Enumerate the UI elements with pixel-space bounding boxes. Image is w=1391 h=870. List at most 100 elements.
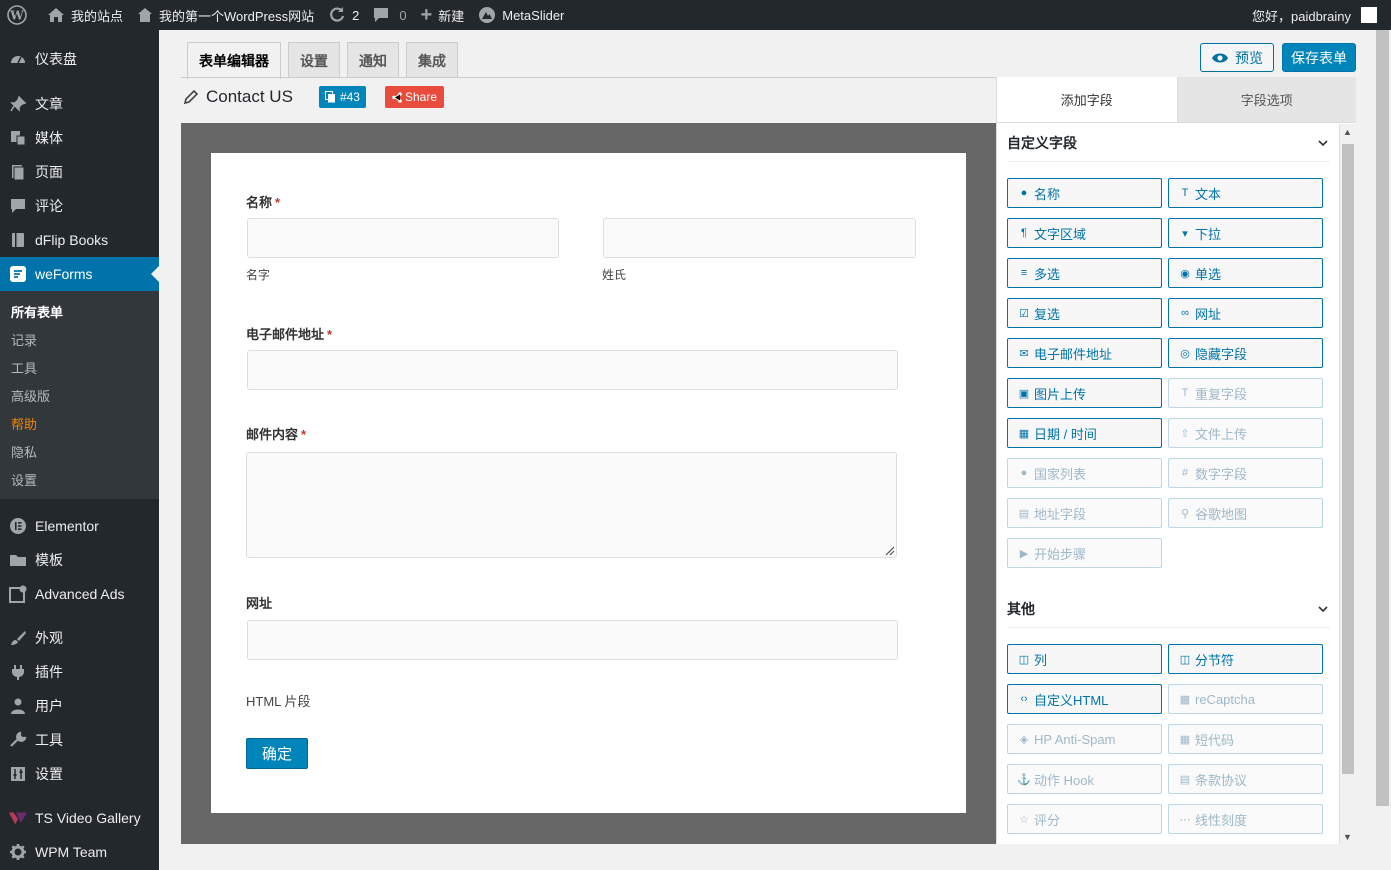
form-title[interactable]: Contact US bbox=[206, 87, 293, 107]
panel-scrollbar[interactable]: ▲ ▼ bbox=[1339, 124, 1356, 844]
menu-item-pages[interactable]: 页面 bbox=[0, 155, 159, 189]
field-button[interactable]: ☆ 评分 bbox=[1007, 804, 1162, 834]
field-button[interactable]: ≡ 多选 bbox=[1007, 258, 1162, 288]
menu-item-plugins[interactable]: 插件 bbox=[0, 655, 159, 689]
field-button[interactable]: ▤ 条款协议 bbox=[1168, 764, 1323, 794]
tab-form-editor[interactable]: 表单编辑器 bbox=[187, 42, 281, 79]
field-button[interactable]: T 文本 bbox=[1168, 178, 1323, 208]
menu-item-appearance[interactable]: 外观 bbox=[0, 621, 159, 655]
last-name-input[interactable] bbox=[603, 218, 916, 258]
scroll-down-icon[interactable]: ▼ bbox=[1343, 832, 1352, 842]
site-name-link[interactable]: 我的站点 bbox=[40, 0, 130, 30]
field-button[interactable]: ◈ HP Anti-Spam bbox=[1007, 724, 1162, 754]
save-form-button[interactable]: 保存表单 bbox=[1282, 43, 1356, 72]
section-other-fields[interactable]: 其他 bbox=[1007, 590, 1330, 628]
field-button-label: 地址字段 bbox=[1034, 506, 1087, 522]
tab-notifications[interactable]: 通知 bbox=[347, 42, 399, 78]
field-button[interactable]: ▶ 开始步骤 bbox=[1007, 538, 1162, 568]
field-button[interactable]: ¶ 文字区域 bbox=[1007, 218, 1162, 248]
wp-logo-button[interactable]: W bbox=[0, 0, 40, 30]
field-button[interactable]: ▾ 下拉 bbox=[1168, 218, 1323, 248]
submenu-all-forms[interactable]: 所有表单 bbox=[0, 297, 159, 325]
tab-settings[interactable]: 设置 bbox=[288, 42, 340, 78]
field-button[interactable]: ▦ 短代码 bbox=[1168, 724, 1323, 754]
submenu-tools[interactable]: 工具 bbox=[0, 353, 159, 381]
preview-button[interactable]: 预览 bbox=[1200, 43, 1274, 72]
submenu-privacy[interactable]: 隐私 bbox=[0, 437, 159, 465]
name-field-label[interactable]: 名称 * bbox=[246, 192, 280, 211]
my-account-link[interactable]: 您好，paidbrainy bbox=[1252, 6, 1391, 25]
email-field-label[interactable]: 电子邮件地址 * bbox=[246, 324, 332, 343]
submenu-settings[interactable]: 设置 bbox=[0, 465, 159, 493]
field-button[interactable]: ⚓ 动作 Hook bbox=[1007, 764, 1162, 794]
menu-item-dashboard[interactable]: 仪表盘 bbox=[0, 42, 159, 76]
url-field-label[interactable]: 网址 bbox=[246, 593, 272, 612]
field-button[interactable]: ▦ 日期 / 时间 bbox=[1007, 418, 1162, 448]
field-button[interactable]: ◉ 单选 bbox=[1168, 258, 1323, 288]
message-field-label[interactable]: 邮件内容 * bbox=[246, 424, 306, 443]
field-button[interactable]: ● 名称 bbox=[1007, 178, 1162, 208]
fields-scroll-area: 自定义字段 ● 名称 T 文本 ¶ 文字区域 ▾ 下拉 ≡ 多选 ◉ 单选 ☑ 复选 ∞ 网址 ✉ 电子邮件地址 ◎… bbox=[997, 124, 1340, 844]
submenu-help[interactable]: 帮助 bbox=[0, 409, 159, 437]
menu-item-elementor[interactable]: Elementor bbox=[0, 509, 159, 543]
first-name-input[interactable] bbox=[247, 218, 559, 258]
scroll-up-icon[interactable]: ▲ bbox=[1343, 127, 1352, 137]
menu-item-wpm-team[interactable]: WPM Team bbox=[0, 835, 159, 869]
new-label: 新建 bbox=[438, 8, 465, 24]
field-button[interactable]: ☑ 复选 bbox=[1007, 298, 1162, 328]
field-button[interactable]: ⋯ 线性刻度 bbox=[1168, 804, 1323, 834]
scrollbar-thumb[interactable] bbox=[1342, 144, 1354, 774]
menu-item-weforms[interactable]: weForms bbox=[0, 257, 159, 291]
page-scrollbar-thumb[interactable] bbox=[1376, 30, 1389, 806]
menu-item-ts-video[interactable]: TS Video Gallery bbox=[0, 801, 159, 835]
menu-item-posts[interactable]: 文章 bbox=[0, 87, 159, 121]
submit-button[interactable]: 确定 bbox=[246, 738, 309, 769]
menu-item-dflip[interactable]: dFlip Books bbox=[0, 223, 159, 257]
shield-icon: ◈ bbox=[1019, 733, 1029, 746]
message-textarea[interactable] bbox=[246, 452, 897, 558]
site-title-link[interactable]: 我的第一个WordPress网站 bbox=[130, 0, 321, 30]
menu-item-settings[interactable]: 设置 bbox=[0, 757, 159, 791]
updates-link[interactable]: 2 bbox=[321, 0, 366, 30]
field-button[interactable]: T 重复字段 bbox=[1168, 378, 1323, 408]
field-button[interactable]: ‹› 自定义HTML bbox=[1007, 684, 1162, 714]
menu-item-comments[interactable]: 评论 bbox=[0, 189, 159, 223]
email-input[interactable] bbox=[247, 350, 898, 390]
tab-integrations[interactable]: 集成 bbox=[406, 42, 458, 78]
page-scrollbar[interactable] bbox=[1374, 30, 1391, 806]
metaslider-link[interactable]: MetaSlider bbox=[471, 0, 571, 30]
pencil-icon[interactable] bbox=[183, 89, 198, 105]
resize-handle-icon[interactable] bbox=[883, 544, 895, 556]
comments-link[interactable]: 0 bbox=[366, 0, 413, 30]
share-button[interactable]: Share bbox=[384, 86, 444, 108]
submenu-premium[interactable]: 高级版 bbox=[0, 381, 159, 409]
field-button[interactable]: ∞ 网址 bbox=[1168, 298, 1323, 328]
html-snippet-field[interactable]: HTML 片段 bbox=[246, 691, 311, 710]
field-button[interactable]: ● 国家列表 bbox=[1007, 458, 1162, 488]
section-custom-fields[interactable]: 自定义字段 bbox=[1007, 124, 1330, 162]
field-button[interactable]: ▩ reCaptcha bbox=[1168, 684, 1323, 714]
home-icon bbox=[47, 7, 65, 23]
menu-item-advanced-ads[interactable]: Advanced Ads bbox=[0, 577, 159, 611]
field-button[interactable]: ⇧ 文件上传 bbox=[1168, 418, 1323, 448]
field-button[interactable]: ◫ 分节符 bbox=[1168, 644, 1323, 674]
new-content-link[interactable]: + 新建 bbox=[414, 0, 472, 30]
tab-field-options[interactable]: 字段选项 bbox=[1176, 77, 1356, 122]
menu-item-templates[interactable]: 模板 bbox=[0, 543, 159, 577]
menu-item-media[interactable]: 媒体 bbox=[0, 121, 159, 155]
form-id-badge[interactable]: #43 bbox=[318, 86, 366, 108]
field-button[interactable]: ⚲ 谷歌地图 bbox=[1168, 498, 1323, 528]
field-button[interactable]: ◫ 列 bbox=[1007, 644, 1162, 674]
field-button[interactable]: ▣ 图片上传 bbox=[1007, 378, 1162, 408]
menu-item-users[interactable]: 用户 bbox=[0, 689, 159, 723]
field-button[interactable]: # 数字字段 bbox=[1168, 458, 1323, 488]
menu-label: 文章 bbox=[35, 96, 63, 112]
submenu-entries[interactable]: 记录 bbox=[0, 325, 159, 353]
field-button[interactable]: ▤ 地址字段 bbox=[1007, 498, 1162, 528]
field-button[interactable]: ◎ 隐藏字段 bbox=[1168, 338, 1323, 368]
tab-add-fields[interactable]: 添加字段 bbox=[997, 77, 1177, 122]
field-button[interactable]: ✉ 电子邮件地址 bbox=[1007, 338, 1162, 368]
field-button-label: 动作 Hook bbox=[1034, 772, 1094, 788]
menu-item-tools[interactable]: 工具 bbox=[0, 723, 159, 757]
url-input[interactable] bbox=[247, 620, 898, 660]
